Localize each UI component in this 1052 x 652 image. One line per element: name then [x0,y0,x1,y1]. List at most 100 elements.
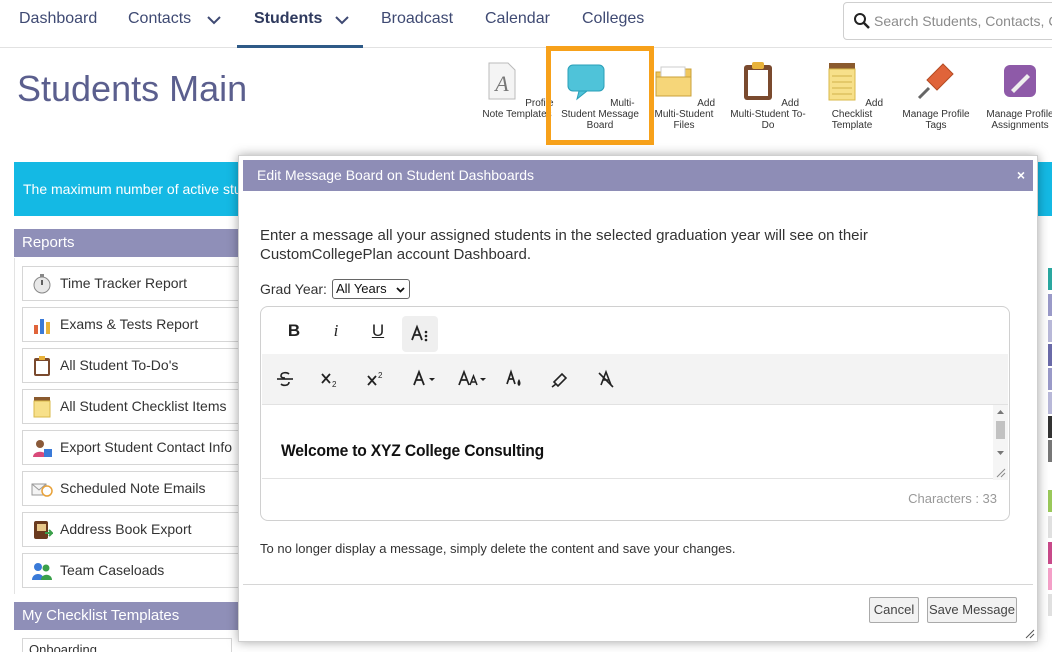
dialog-resize-icon[interactable] [1025,629,1035,639]
toolbar-label: Manage Profile Assignments [986,109,1052,131]
search-icon [854,13,870,29]
save-message-button[interactable]: Save Message [927,597,1017,623]
dialog-description: Enter a message all your assigned studen… [260,227,868,263]
report-label: All Student To-Do's [60,357,179,373]
chevron-down-icon[interactable] [334,12,350,28]
subscript-icon: 2 [321,373,337,389]
toolbar-add-checklist-template[interactable]: Add Checklist Template [812,60,892,131]
toolbar-label: Add Checklist Template [831,98,884,131]
bg-strip [1048,268,1052,290]
search-box[interactable] [843,2,1052,40]
bg-strip [1048,368,1052,390]
italic-button[interactable]: i [318,313,354,349]
rich-text-editor: B i U 2 2 Welcome to XYZ College Consult… [260,306,1010,521]
bold-button[interactable]: B [276,313,312,349]
dialog-note: To no longer display a message, simply d… [260,541,736,556]
report-team-caseloads[interactable]: Team Caseloads [22,553,242,588]
bg-strip [1048,568,1052,590]
report-time-tracker[interactable]: Time Tracker Report [22,266,242,301]
toolbar-add-multi-student-todo[interactable]: Add Multi-Student To-Do [728,60,808,131]
report-label: Address Book Export [60,521,192,537]
report-label: Export Student Contact Info [60,439,232,455]
message-content-area[interactable]: Welcome to XYZ College Consulting [262,404,1008,480]
toolbar-manage-profile-tags[interactable]: Manage Profile Tags [896,60,976,131]
superscript-icon: 2 [367,371,383,386]
message-board-dialog: Edit Message Board on Student Dashboards… [238,155,1038,642]
scrollbar-thumb[interactable] [996,421,1005,439]
paragraph-format-button[interactable] [402,316,438,352]
address-book-icon [34,521,53,539]
paragraph-format-icon [411,324,428,342]
nav-dashboard[interactable]: Dashboard [19,0,97,48]
bg-strip [1048,392,1052,414]
contact-export-icon [33,440,52,457]
grad-year-value: All Years [336,281,387,296]
font-size-button[interactable] [450,361,494,397]
svg-text:2: 2 [332,380,337,389]
grad-year-select[interactable]: All Years [332,279,410,299]
strikethrough-button[interactable] [267,361,303,397]
cancel-button[interactable]: Cancel [869,597,919,623]
subscript-button[interactable]: 2 [312,361,348,397]
text-color-button[interactable] [497,361,533,397]
clipboard-icon [743,62,772,100]
highlighter-icon [551,372,568,388]
close-icon[interactable]: × [1017,160,1025,191]
superscript-button[interactable]: 2 [358,361,394,397]
scheduled-email-icon [31,483,53,497]
svg-text:A: A [494,71,510,96]
scroll-down-icon[interactable] [996,450,1005,456]
bg-strip [1048,516,1052,538]
toolbar-manage-profile-assignments[interactable]: Manage Profile Assignments [980,60,1052,131]
nav-colleges[interactable]: Colleges [582,0,644,48]
editor-toolbar-row: 2 2 [262,354,1008,404]
scroll-up-icon[interactable] [996,409,1005,415]
checklist-template-item[interactable]: Onboarding [22,638,232,652]
bg-strip [1048,490,1052,512]
font-family-button[interactable] [404,361,444,397]
assignments-icon [1004,65,1036,97]
bg-strip [1048,320,1052,342]
profile-note-template-icon: A [488,62,516,100]
report-exams-tests[interactable]: Exams & Tests Report [22,307,242,342]
report-export-student-contact-info[interactable]: Export Student Contact Info [22,430,242,465]
font-size-icon [458,369,486,386]
bar-chart-icon [34,319,50,334]
message-content[interactable]: Welcome to XYZ College Consulting [281,441,544,461]
top-nav: Dashboard Contacts Students Broadcast Ca… [0,0,1052,48]
report-all-student-todos[interactable]: All Student To-Do's [22,348,242,383]
clear-formatting-icon [598,369,614,388]
editor-scrollbar[interactable] [993,405,1008,480]
toolbar-label: Add Multi-Student To-Do [730,98,806,131]
font-family-icon [413,369,435,386]
report-label: Exams & Tests Report [60,316,199,332]
report-scheduled-note-emails[interactable]: Scheduled Note Emails [22,471,242,506]
nav-calendar[interactable]: Calendar [485,0,550,48]
page-title: Students Main [17,68,248,109]
report-label: Scheduled Note Emails [60,480,206,496]
report-all-student-checklist-items[interactable]: All Student Checklist Items [22,389,242,424]
bg-strip [1048,294,1052,316]
chevron-down-icon[interactable] [206,12,222,28]
text-color-icon [506,369,521,386]
underline-button[interactable]: U [360,313,396,349]
toolbar-label: Manage Profile Tags [902,109,970,131]
pin-icon [917,63,954,100]
toolbar-add-multi-student-files[interactable]: Add Multi-Student Files [644,60,724,131]
nav-broadcast[interactable]: Broadcast [381,0,453,48]
toolbar-label: Add Multi-Student Files [654,98,716,131]
toolbar-highlight [546,46,654,145]
toolbar-profile-note-templates[interactable]: A Profile Note Templates [477,60,557,120]
report-address-book-export[interactable]: Address Book Export [22,512,242,547]
nav-contacts[interactable]: Contacts [128,0,191,48]
bg-strip [1048,416,1052,438]
clear-formatting-button[interactable] [588,361,624,397]
search-input[interactable] [874,9,1052,33]
character-count: Characters : 33 [908,491,997,506]
team-icon [32,563,52,580]
grad-year-label: Grad Year: [260,281,327,297]
highlight-button[interactable] [542,361,578,397]
clipboard-icon [34,356,50,376]
stopwatch-icon [33,274,51,294]
resize-handle-icon[interactable] [995,467,1006,478]
